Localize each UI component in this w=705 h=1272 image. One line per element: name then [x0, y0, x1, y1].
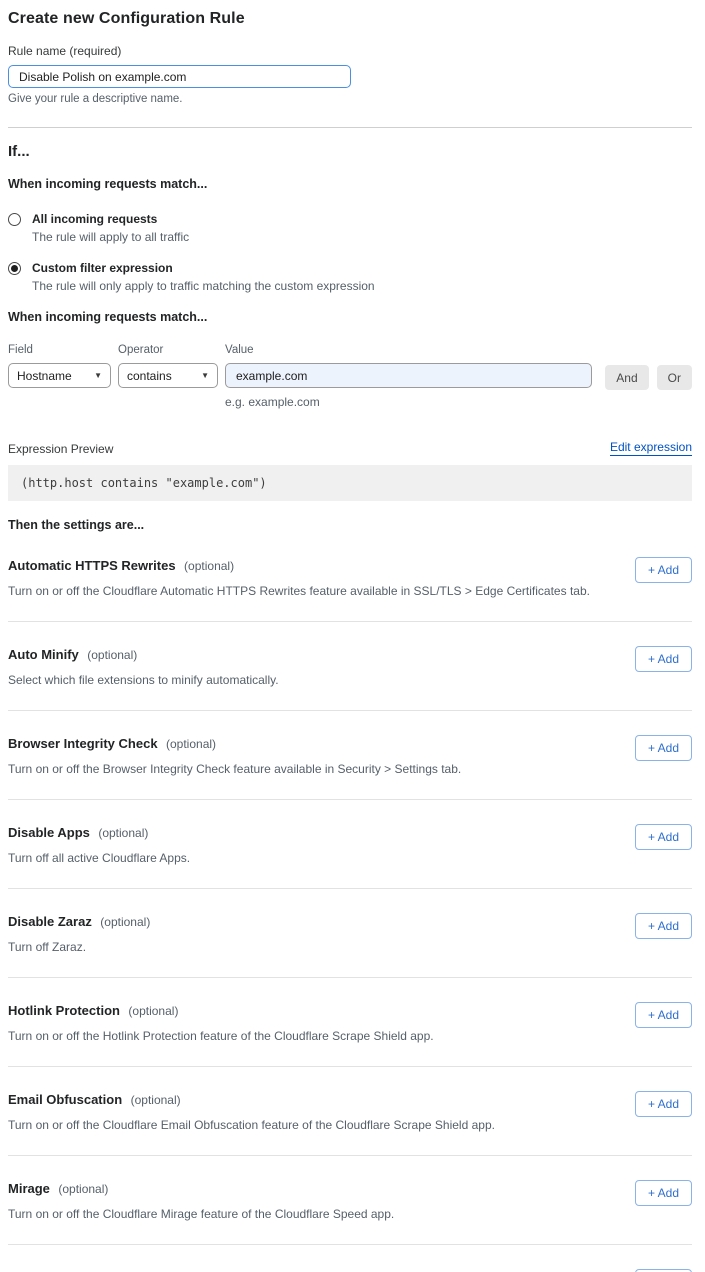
operator-label: Operator: [118, 344, 218, 356]
value-help: e.g. example.com: [225, 395, 592, 409]
or-button[interactable]: Or: [657, 365, 692, 390]
setting-row: Hotlink Protection (optional) Turn on or…: [8, 978, 692, 1067]
value-input[interactable]: [225, 363, 592, 388]
add-setting-button[interactable]: + Add: [635, 1180, 692, 1206]
radio-custom-filter-expression[interactable]: Custom filter expression The rule will o…: [8, 261, 692, 293]
operator-select[interactable]: contains ▼: [118, 363, 218, 388]
setting-description: Select which file extensions to minify a…: [8, 673, 615, 687]
field-select-value: Hostname: [17, 369, 72, 383]
setting-title: Disable Zaraz: [8, 914, 92, 929]
setting-title: Automatic HTTPS Rewrites: [8, 558, 176, 573]
section-divider: [8, 127, 692, 128]
setting-description: Turn off Zaraz.: [8, 940, 615, 954]
setting-optional-tag: (optional): [98, 826, 148, 840]
setting-title: Email Obfuscation: [8, 1092, 122, 1107]
setting-description: Turn off all active Cloudflare Apps.: [8, 851, 615, 865]
setting-description: Turn on or off the Cloudflare Email Obfu…: [8, 1118, 615, 1132]
setting-optional-tag: (optional): [166, 737, 216, 751]
expression-preview-label: Expression Preview: [8, 442, 113, 456]
setting-title: Browser Integrity Check: [8, 736, 158, 751]
setting-optional-tag: (optional): [87, 648, 137, 662]
field-select[interactable]: Hostname ▼: [8, 363, 111, 388]
setting-title: Auto Minify: [8, 647, 79, 662]
setting-title: Hotlink Protection: [8, 1003, 120, 1018]
setting-row: Disable Zaraz (optional) Turn off Zaraz.…: [8, 889, 692, 978]
rule-name-block: Rule name (required) Give your rule a de…: [8, 44, 692, 105]
radio-unselected-icon[interactable]: [8, 213, 21, 226]
expression-builder-row: Field Hostname ▼ Operator contains ▼ Val…: [8, 344, 692, 409]
setting-row: Automatic HTTPS Rewrites (optional) Turn…: [8, 532, 692, 622]
rule-name-label: Rule name (required): [8, 44, 692, 58]
setting-optional-tag: (optional): [184, 559, 234, 573]
radio-all-incoming-requests[interactable]: All incoming requests The rule will appl…: [8, 212, 692, 244]
chevron-down-icon: ▼: [94, 371, 102, 380]
radio-all-incoming-label: All incoming requests: [32, 212, 189, 226]
setting-optional-tag: (optional): [58, 1182, 108, 1196]
and-button[interactable]: And: [605, 365, 648, 390]
radio-selected-icon[interactable]: [8, 262, 21, 275]
match-type-radio-group: All incoming requests The rule will appl…: [8, 212, 692, 293]
add-setting-button[interactable]: + Add: [635, 824, 692, 850]
setting-optional-tag: (optional): [128, 1004, 178, 1018]
setting-row: Browser Integrity Check (optional) Turn …: [8, 711, 692, 800]
rule-name-help: Give your rule a descriptive name.: [8, 93, 692, 105]
add-setting-button[interactable]: + Add: [635, 1091, 692, 1117]
setting-description: Turn on or off the Hotlink Protection fe…: [8, 1029, 615, 1043]
value-label: Value: [225, 344, 592, 356]
setting-row: Auto Minify (optional) Select which file…: [8, 622, 692, 711]
setting-row: Email Obfuscation (optional) Turn on or …: [8, 1067, 692, 1156]
edit-expression-link[interactable]: Edit expression: [610, 440, 692, 456]
add-setting-button[interactable]: + Add: [635, 646, 692, 672]
setting-description: Turn on or off the Browser Integrity Che…: [8, 762, 615, 776]
settings-list: Automatic HTTPS Rewrites (optional) Turn…: [8, 532, 692, 1272]
rule-name-input[interactable]: [8, 65, 351, 88]
radio-custom-filter-desc: The rule will only apply to traffic matc…: [32, 279, 375, 293]
setting-row: Disable Apps (optional) Turn off all act…: [8, 800, 692, 889]
expression-preview-code: (http.host contains "example.com"): [8, 465, 692, 501]
radio-all-incoming-desc: The rule will apply to all traffic: [32, 230, 189, 244]
add-setting-button[interactable]: + Add: [635, 1002, 692, 1028]
setting-title: Mirage: [8, 1181, 50, 1196]
if-heading: If...: [8, 143, 692, 160]
setting-title: Disable Apps: [8, 825, 90, 840]
setting-description: Turn on or off the Cloudflare Mirage fea…: [8, 1207, 615, 1221]
operator-select-value: contains: [127, 369, 172, 383]
setting-description: Turn on or off the Cloudflare Automatic …: [8, 584, 615, 598]
setting-optional-tag: (optional): [131, 1093, 181, 1107]
builder-heading: When incoming requests match...: [8, 310, 692, 324]
setting-row: Opportunistic Encryption (optional) Turn…: [8, 1245, 692, 1272]
add-setting-button[interactable]: + Add: [635, 913, 692, 939]
setting-row: Mirage (optional) Turn on or off the Clo…: [8, 1156, 692, 1245]
add-setting-button[interactable]: + Add: [635, 557, 692, 583]
radio-custom-filter-label: Custom filter expression: [32, 261, 375, 275]
field-label: Field: [8, 344, 111, 356]
add-setting-button[interactable]: + Add: [635, 735, 692, 761]
expression-preview-header: Expression Preview Edit expression: [8, 440, 692, 456]
page-title: Create new Configuration Rule: [8, 10, 692, 28]
incoming-match-heading: When incoming requests match...: [8, 177, 692, 191]
then-settings-heading: Then the settings are...: [8, 518, 692, 532]
chevron-down-icon: ▼: [201, 371, 209, 380]
create-configuration-rule-page: Create new Configuration Rule Rule name …: [0, 0, 705, 1272]
setting-optional-tag: (optional): [100, 915, 150, 929]
